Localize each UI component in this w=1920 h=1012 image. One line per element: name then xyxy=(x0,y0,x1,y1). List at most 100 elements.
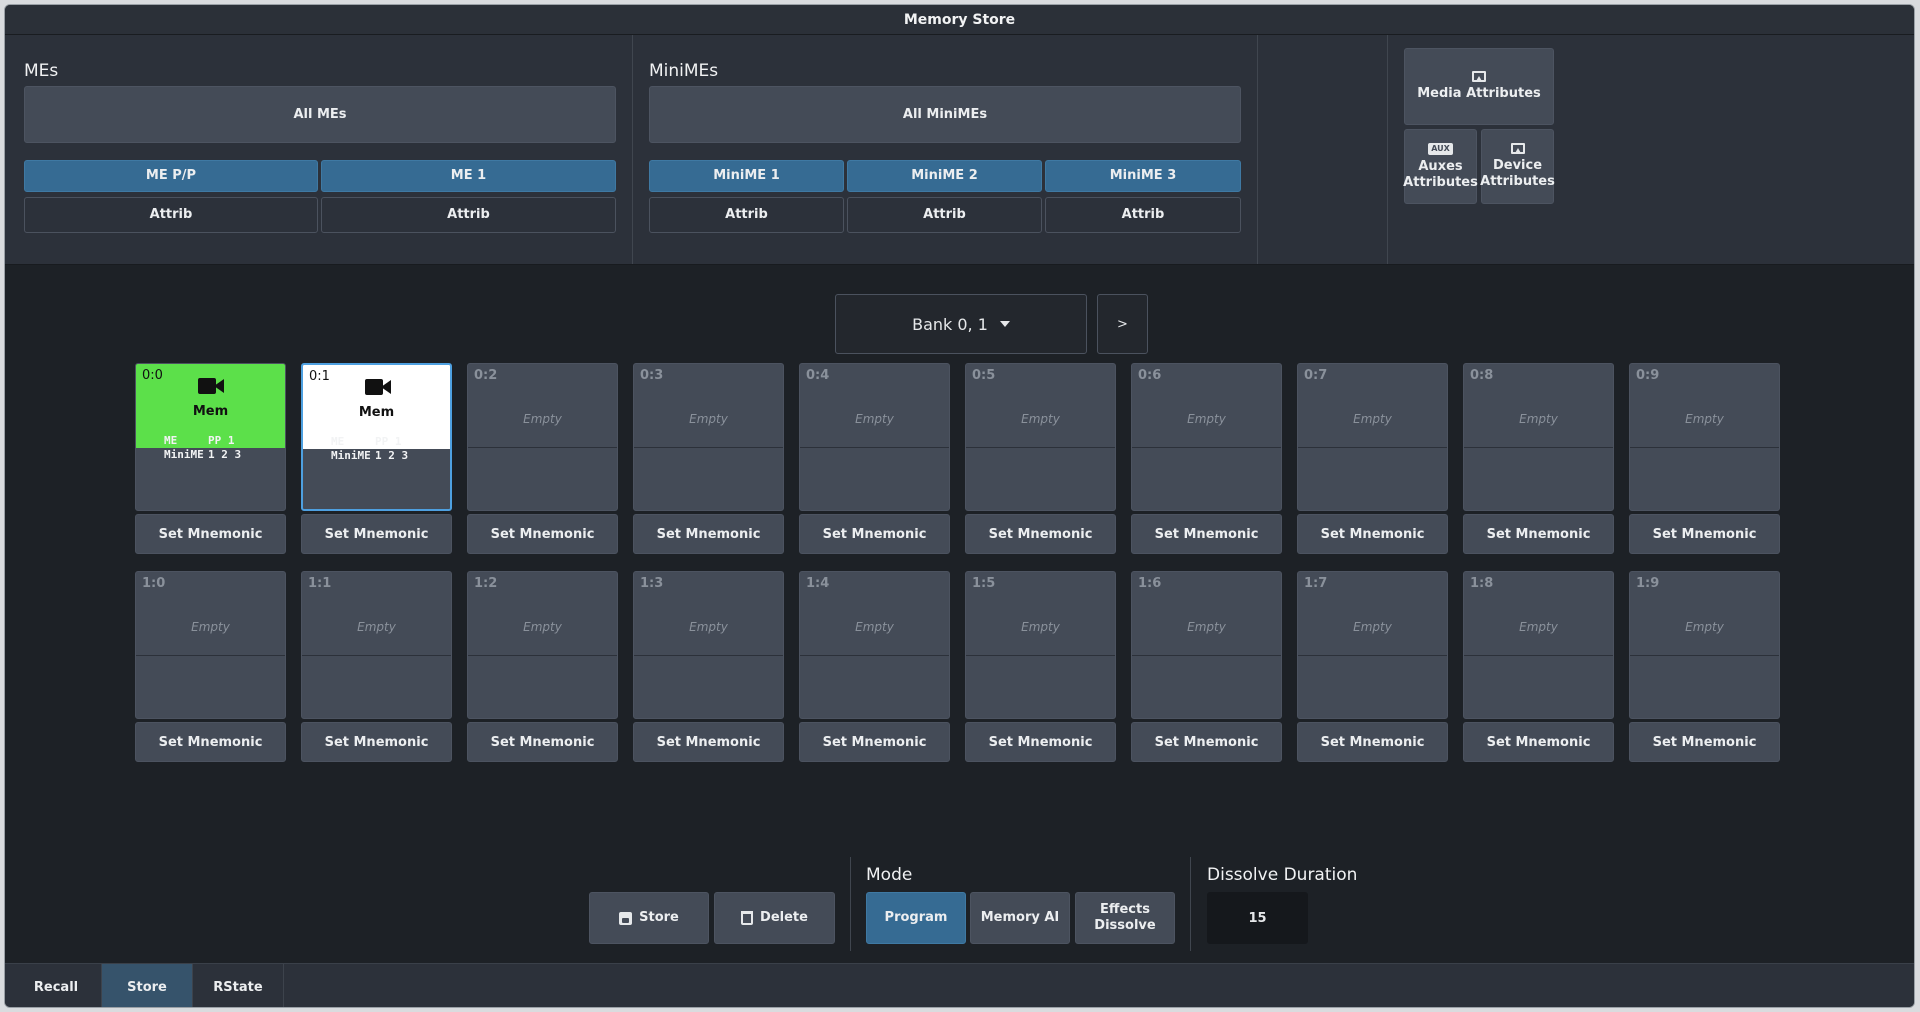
memory-index: 0:6 xyxy=(1138,368,1162,383)
me-pp-button[interactable]: ME P/P xyxy=(24,160,318,192)
device-attributes-label: Device Attributes xyxy=(1480,158,1555,189)
empty-label: Empty xyxy=(855,412,894,426)
set-mnemonic-button[interactable]: Set Mnemonic xyxy=(301,722,452,762)
minime-2-attrib-button[interactable]: Attrib xyxy=(847,197,1042,233)
set-mnemonic-button[interactable]: Set Mnemonic xyxy=(467,514,618,554)
empty-label: Empty xyxy=(1353,412,1392,426)
set-mnemonic-button[interactable]: Set Mnemonic xyxy=(467,722,618,762)
memory-index: 1:3 xyxy=(640,576,664,591)
set-mnemonic-button[interactable]: Set Mnemonic xyxy=(135,514,286,554)
section-divider xyxy=(1387,35,1388,264)
next-bank-button[interactable]: > xyxy=(1097,294,1148,354)
dissolve-duration-input[interactable]: 15 xyxy=(1207,892,1308,944)
set-mnemonic-button[interactable]: Set Mnemonic xyxy=(1463,722,1614,762)
memory-tile[interactable]: 0:5 Empty xyxy=(965,363,1116,511)
memory-tile[interactable]: 0:9 Empty xyxy=(1629,363,1780,511)
memory-tile[interactable]: 0:3 Empty xyxy=(633,363,784,511)
memory-index: 1:8 xyxy=(1470,576,1494,591)
empty-label: Empty xyxy=(1685,412,1724,426)
tab-recall[interactable]: Recall xyxy=(11,964,102,1007)
set-mnemonic-button[interactable]: Set Mnemonic xyxy=(633,722,784,762)
image-icon xyxy=(1510,143,1525,154)
memory-tile[interactable]: 1:6 Empty xyxy=(1131,571,1282,719)
memory-index: 0:5 xyxy=(972,368,996,383)
me-1-attrib-button[interactable]: Attrib xyxy=(321,197,616,233)
set-mnemonic-button[interactable]: Set Mnemonic xyxy=(1629,722,1780,762)
set-mnemonic-button[interactable]: Set Mnemonic xyxy=(799,514,950,554)
memory-tile[interactable]: 1:2 Empty xyxy=(467,571,618,719)
memory-tile[interactable]: 1:9 Empty xyxy=(1629,571,1780,719)
empty-label: Empty xyxy=(689,620,728,634)
me-pp-attrib-button[interactable]: Attrib xyxy=(24,197,318,233)
memory-tile[interactable]: 1:7 Empty xyxy=(1297,571,1448,719)
media-attributes-button[interactable]: Media Attributes xyxy=(1404,48,1554,125)
memory-store-window: Memory Store MEs All MEs ME P/P ME 1 Att… xyxy=(4,4,1915,1008)
memory-index: 0:3 xyxy=(640,368,664,383)
empty-label: Empty xyxy=(523,412,562,426)
empty-label: Empty xyxy=(191,620,230,634)
set-mnemonic-button[interactable]: Set Mnemonic xyxy=(965,722,1116,762)
memory-info: ME PP 1 MiniME 1 2 3 xyxy=(136,434,285,462)
memory-index: 1:0 xyxy=(142,576,166,591)
empty-label: Empty xyxy=(1021,412,1060,426)
delete-button[interactable]: Delete xyxy=(714,892,835,944)
memory-index: 0:7 xyxy=(1304,368,1328,383)
tab-rstate[interactable]: RState xyxy=(193,964,284,1007)
set-mnemonic-button[interactable]: Set Mnemonic xyxy=(1463,514,1614,554)
empty-label: Empty xyxy=(1519,620,1558,634)
all-minimes-button[interactable]: All MiniMEs xyxy=(649,86,1241,143)
empty-label: Empty xyxy=(523,620,562,634)
minime-2-button[interactable]: MiniME 2 xyxy=(847,160,1042,192)
store-button[interactable]: Store xyxy=(589,892,709,944)
mode-program-button[interactable]: Program xyxy=(866,892,966,944)
minime-3-attrib-button[interactable]: Attrib xyxy=(1045,197,1241,233)
minime-3-button[interactable]: MiniME 3 xyxy=(1045,160,1241,192)
device-attributes-button[interactable]: Device Attributes xyxy=(1480,129,1555,204)
memory-tile[interactable]: 0:2 Empty xyxy=(467,363,618,511)
mode-title: Mode xyxy=(866,865,913,885)
memory-tile[interactable]: 0:7 Empty xyxy=(1297,363,1448,511)
me-1-button[interactable]: ME 1 xyxy=(321,160,616,192)
memory-tile[interactable]: 0:0 Mem ME PP 1 MiniME 1 2 3 xyxy=(135,363,286,511)
memory-tile[interactable]: 0:8 Empty xyxy=(1463,363,1614,511)
set-mnemonic-button[interactable]: Set Mnemonic xyxy=(135,722,286,762)
bank-dropdown[interactable]: Bank 0, 1 xyxy=(835,294,1087,354)
memory-index: 1:6 xyxy=(1138,576,1162,591)
memory-index: 1:7 xyxy=(1304,576,1328,591)
memory-tile[interactable]: 1:4 Empty xyxy=(799,571,950,719)
set-mnemonic-button[interactable]: Set Mnemonic xyxy=(1629,514,1780,554)
minime-1-button[interactable]: MiniME 1 xyxy=(649,160,844,192)
memory-tile[interactable]: 1:0 Empty xyxy=(135,571,286,719)
store-label: Store xyxy=(639,910,679,925)
memory-tile[interactable]: 1:8 Empty xyxy=(1463,571,1614,719)
memory-tile[interactable]: 0:1 Mem ME PP 1 MiniME 1 2 3 xyxy=(301,363,452,511)
set-mnemonic-button[interactable]: Set Mnemonic xyxy=(799,722,950,762)
memory-info-value: 1 2 3 xyxy=(208,448,242,461)
set-mnemonic-button[interactable]: Set Mnemonic xyxy=(301,514,452,554)
memory-index: 0:8 xyxy=(1470,368,1494,383)
trash-icon xyxy=(741,911,754,925)
memory-tile[interactable]: 0:6 Empty xyxy=(1131,363,1282,511)
set-mnemonic-button[interactable]: Set Mnemonic xyxy=(965,514,1116,554)
memory-tile[interactable]: 1:5 Empty xyxy=(965,571,1116,719)
set-mnemonic-button[interactable]: Set Mnemonic xyxy=(1297,514,1448,554)
empty-label: Empty xyxy=(689,412,728,426)
tab-store[interactable]: Store xyxy=(102,964,193,1007)
window-title: Memory Store xyxy=(5,5,1914,35)
memory-tile[interactable]: 1:1 Empty xyxy=(301,571,452,719)
media-attributes-label: Media Attributes xyxy=(1417,86,1541,101)
auxes-attributes-button[interactable]: AUX Auxes Attributes xyxy=(1403,129,1478,204)
memory-info: ME PP 1 MiniME 1 2 3 xyxy=(303,435,450,463)
all-mes-button[interactable]: All MEs xyxy=(24,86,616,143)
set-mnemonic-button[interactable]: Set Mnemonic xyxy=(1131,722,1282,762)
memory-tile[interactable]: 1:3 Empty xyxy=(633,571,784,719)
minime-1-attrib-button[interactable]: Attrib xyxy=(649,197,844,233)
set-mnemonic-button[interactable]: Set Mnemonic xyxy=(1131,514,1282,554)
set-mnemonic-button[interactable]: Set Mnemonic xyxy=(633,514,784,554)
empty-label: Empty xyxy=(357,620,396,634)
memory-tile[interactable]: 0:4 Empty xyxy=(799,363,950,511)
memory-index: 1:4 xyxy=(806,576,830,591)
set-mnemonic-button[interactable]: Set Mnemonic xyxy=(1297,722,1448,762)
mode-memory-ai-button[interactable]: Memory AI xyxy=(970,892,1070,944)
mode-effects-dissolve-button[interactable]: Effects Dissolve xyxy=(1075,892,1175,944)
